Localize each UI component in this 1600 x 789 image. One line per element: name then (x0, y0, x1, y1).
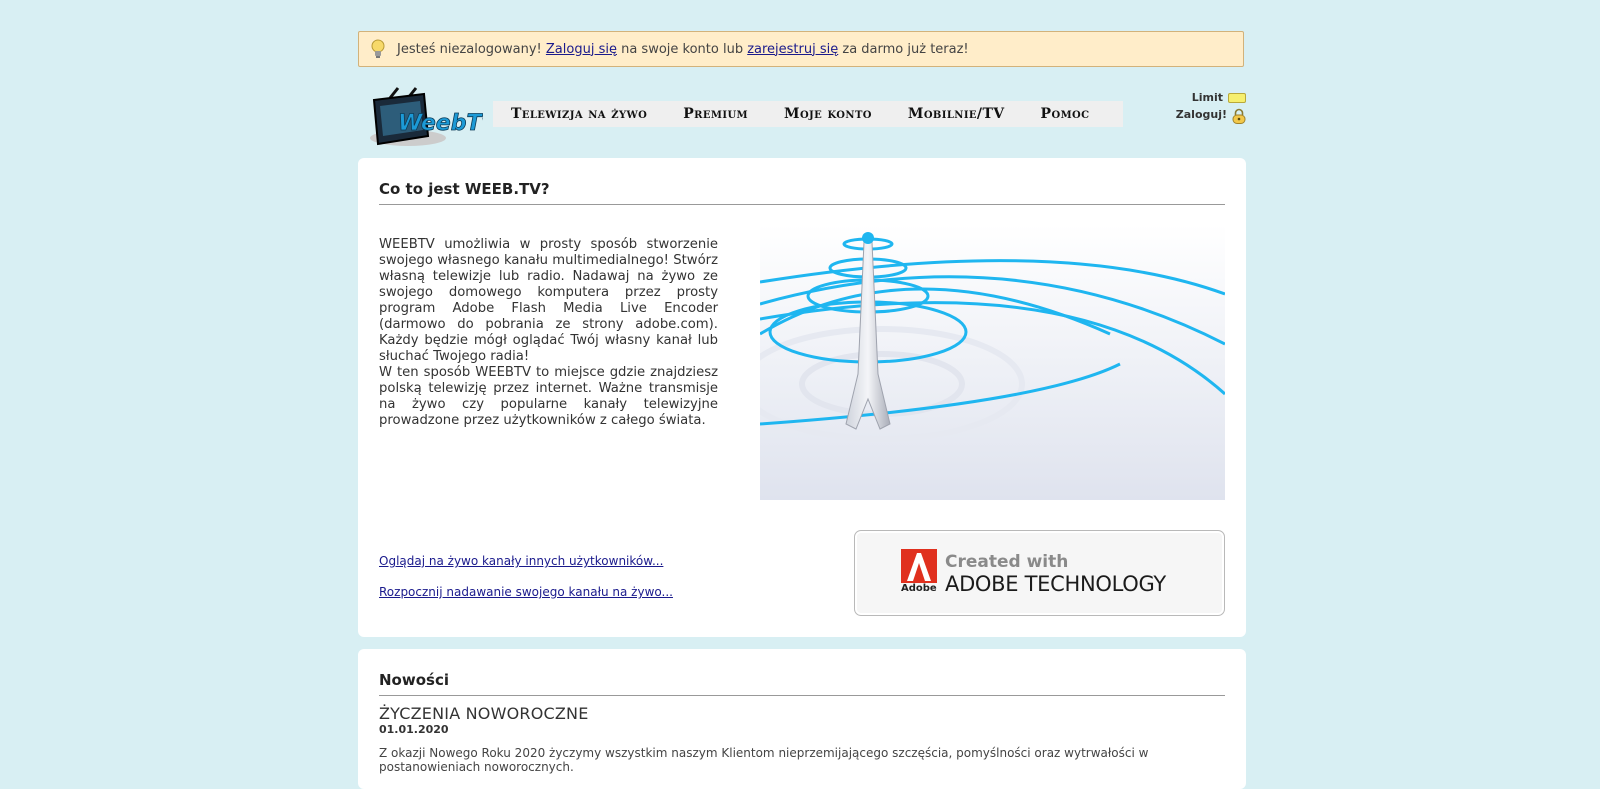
weebtv-logo[interactable]: WeebTv (368, 86, 497, 148)
lock-icon (1232, 108, 1246, 124)
news-body: Z okazji Nowego Roku 2020 życzymy wszyst… (379, 746, 1149, 774)
notice-prefix: Jesteś niezalogowany! (397, 41, 546, 57)
nav-item-my-account[interactable]: Moje konto (784, 106, 872, 122)
login-notice: Jesteś niezalogowany! Zaloguj się na swo… (358, 31, 1244, 67)
nav-item-help[interactable]: Pomoc (1041, 106, 1090, 122)
broadcast-tower-image (739, 224, 1227, 500)
notice-suffix: za darmo już teraz! (838, 41, 969, 57)
news-panel: Nowości ŻYCZENIA NOWOROCZNE 01.01.2020 Z… (358, 649, 1246, 789)
badge-created-text: Created with (945, 552, 1069, 572)
about-paragraph-1: WEEBTV umożliwia w prosty sposób stworze… (379, 237, 718, 364)
news-date: 01.01.2020 (379, 723, 449, 736)
news-headline: ŻYCZENIA NOWOROCZNE (379, 704, 589, 723)
nav-item-mobile-tv[interactable]: Mobilnie/TV (908, 106, 1005, 122)
limit-label: Limit (1191, 91, 1223, 104)
login-link[interactable]: Zaloguj się (546, 42, 617, 57)
lightbulb-icon (370, 39, 386, 59)
watch-channels-link[interactable]: Oglądaj na żywo kanały innych użytkownik… (379, 554, 673, 568)
about-links: Oglądaj na żywo kanały innych użytkownik… (379, 554, 673, 616)
news-title: Nowości (379, 649, 1225, 696)
badge-technology-text: ADOBE TECHNOLOGY (945, 572, 1166, 596)
about-panel: Co to jest WEEB.TV? WEEBTV umożliwia w p… (358, 158, 1246, 637)
about-title: Co to jest WEEB.TV? (379, 158, 1225, 205)
nav-item-live-tv[interactable]: Telewizja na żywo (511, 106, 647, 122)
limit-bar-icon (1228, 92, 1246, 103)
adobe-badge[interactable]: Adobe Created with ADOBE TECHNOLOGY (854, 530, 1225, 616)
nav-item-premium[interactable]: Premium (683, 106, 748, 122)
register-link[interactable]: zarejestruj się (747, 42, 838, 57)
adobe-brand-text: Adobe (901, 583, 937, 594)
logo-text: WeebTv (398, 111, 483, 136)
main-nav: Telewizja na żywo Premium Moje konto Mob… (493, 101, 1123, 127)
about-paragraph-2: W ten sposób WEEBTV to miejsce gdzie zna… (379, 365, 718, 428)
limit-row[interactable]: Limit (1176, 89, 1246, 106)
about-text: WEEBTV umożliwia w prosty sposób stworze… (379, 237, 718, 429)
start-broadcast-link[interactable]: Rozpocznij nadawanie swojego kanału na ż… (379, 585, 673, 599)
login-label: Zaloguj! (1175, 108, 1227, 121)
user-box: Limit Zaloguj! (1175, 89, 1246, 124)
login-row[interactable]: Zaloguj! (1175, 106, 1246, 124)
notice-middle: na swoje konto lub (616, 41, 748, 57)
